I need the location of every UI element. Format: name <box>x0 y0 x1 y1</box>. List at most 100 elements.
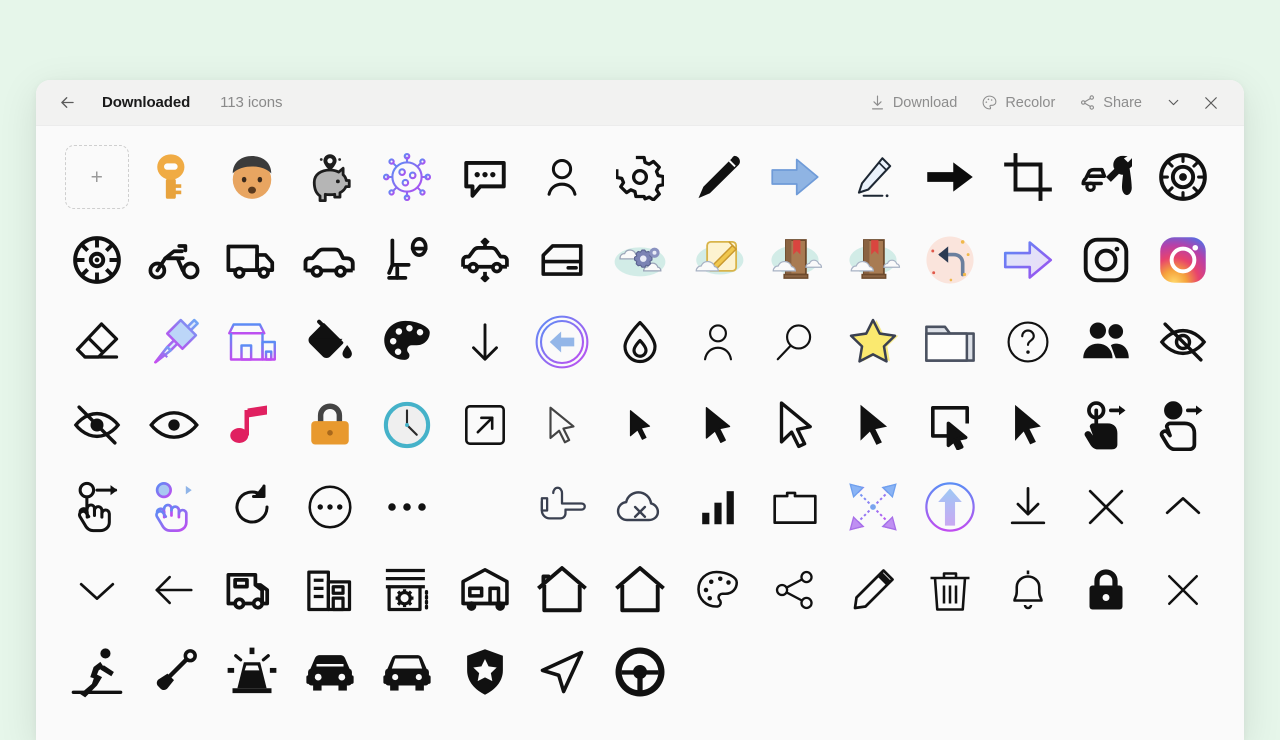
gear-outline-icon[interactable] <box>1144 136 1222 219</box>
eye-off-icon[interactable] <box>1144 301 1222 384</box>
gear-icon[interactable] <box>601 136 679 219</box>
close-button[interactable] <box>1194 86 1228 120</box>
chat-bubble-icon[interactable] <box>446 136 524 219</box>
tap-swipe-icon[interactable] <box>58 466 136 549</box>
shovel-icon[interactable] <box>136 631 214 714</box>
bar-chart-icon[interactable] <box>679 466 757 549</box>
car-seat-icon[interactable] <box>368 219 446 302</box>
car-door-icon[interactable] <box>524 219 602 302</box>
fountain-pen-gradient-icon[interactable] <box>136 301 214 384</box>
cursor-outline-icon[interactable] <box>524 384 602 467</box>
person-outline-icon[interactable] <box>679 301 757 384</box>
cursor-filled-icon[interactable] <box>679 384 757 467</box>
person-face-icon[interactable] <box>213 136 291 219</box>
download-button[interactable]: Download <box>859 88 968 117</box>
back-button[interactable] <box>50 86 84 120</box>
car-side-icon[interactable] <box>291 219 369 302</box>
clock-icon[interactable] <box>368 384 446 467</box>
add-icon-tile[interactable]: + <box>58 136 136 219</box>
close-x-icon[interactable] <box>1067 466 1145 549</box>
eraser-icon[interactable] <box>58 301 136 384</box>
palette-filled-icon[interactable] <box>368 301 446 384</box>
arrow-right-blue-icon[interactable] <box>756 136 834 219</box>
fire-drop-icon[interactable] <box>601 301 679 384</box>
lock-closed-icon[interactable] <box>291 384 369 467</box>
folder-icon[interactable] <box>912 301 990 384</box>
home-outline-icon[interactable] <box>601 549 679 632</box>
cloud-book-illustration[interactable] <box>756 219 834 302</box>
eye-off-2-icon[interactable] <box>58 384 136 467</box>
share-nodes-icon[interactable] <box>756 549 834 632</box>
recolor-button[interactable]: Recolor <box>971 88 1065 117</box>
trash-icon[interactable] <box>912 549 990 632</box>
arrow-right-outline-gradient-icon[interactable] <box>989 219 1067 302</box>
help-circle-icon[interactable] <box>989 301 1067 384</box>
car-front-icon[interactable] <box>291 631 369 714</box>
people-icon[interactable] <box>1067 301 1145 384</box>
paint-bucket-icon[interactable] <box>291 301 369 384</box>
virus-icon[interactable] <box>368 136 446 219</box>
caravan-icon[interactable] <box>446 549 524 632</box>
share-button[interactable]: Share <box>1069 88 1152 117</box>
instagram-color-icon[interactable] <box>1144 219 1222 302</box>
truck-icon[interactable] <box>213 219 291 302</box>
cloud-book-2-illustration[interactable] <box>834 219 912 302</box>
motorcycle-icon[interactable] <box>136 219 214 302</box>
more-options-button[interactable] <box>1156 86 1190 120</box>
undo-arrow-illustration[interactable] <box>912 219 990 302</box>
road-work-icon[interactable] <box>58 631 136 714</box>
instagram-outline-icon[interactable] <box>1067 219 1145 302</box>
close-thin-icon[interactable] <box>1144 549 1222 632</box>
chevron-up-icon[interactable] <box>1144 466 1222 549</box>
swipe-right-filled-icon[interactable] <box>1067 384 1145 467</box>
eye-icon[interactable] <box>136 384 214 467</box>
external-link-icon[interactable] <box>446 384 524 467</box>
cloud-error-icon[interactable] <box>601 466 679 549</box>
pencil-icon[interactable] <box>834 549 912 632</box>
lock-filled-icon[interactable] <box>1067 549 1145 632</box>
folder-outline-icon[interactable] <box>756 466 834 549</box>
more-horizontal-icon[interactable] <box>368 466 446 549</box>
download-line-icon[interactable] <box>989 466 1067 549</box>
crop-icon[interactable] <box>989 136 1067 219</box>
cursor-solid-icon[interactable] <box>834 384 912 467</box>
refresh-icon[interactable] <box>213 466 291 549</box>
music-note-icon[interactable] <box>213 384 291 467</box>
swipe-right-outline-icon[interactable] <box>1144 384 1222 467</box>
car-suspension-icon[interactable] <box>446 219 524 302</box>
police-badge-icon[interactable] <box>446 631 524 714</box>
more-circle-icon[interactable] <box>291 466 369 549</box>
car-front-outline-icon[interactable] <box>368 631 446 714</box>
navigation-icon[interactable] <box>524 631 602 714</box>
chevron-down-thin-icon[interactable] <box>58 549 136 632</box>
pointing-hand-icon[interactable] <box>524 466 602 549</box>
car-repair-wrench-icon[interactable] <box>1067 136 1145 219</box>
search-icon[interactable] <box>756 301 834 384</box>
select-area-cursor-icon[interactable] <box>912 384 990 467</box>
cursor-small-icon[interactable] <box>601 384 679 467</box>
building-icon[interactable] <box>291 549 369 632</box>
text-size-icon[interactable] <box>446 466 524 549</box>
delivery-van-icon[interactable] <box>213 549 291 632</box>
cloud-note-illustration[interactable] <box>679 219 757 302</box>
pen-icon[interactable] <box>679 136 757 219</box>
piggy-bank-icon[interactable] <box>291 136 369 219</box>
bell-icon[interactable] <box>989 549 1067 632</box>
garage-settings-icon[interactable] <box>368 549 446 632</box>
expand-arrows-gradient-icon[interactable] <box>834 466 912 549</box>
user-icon[interactable] <box>524 136 602 219</box>
star-icon[interactable] <box>834 301 912 384</box>
home-icon[interactable] <box>524 549 602 632</box>
storefront-gradient-icon[interactable] <box>213 301 291 384</box>
arrow-down-icon[interactable] <box>446 301 524 384</box>
signature-pen-icon[interactable] <box>834 136 912 219</box>
siren-icon[interactable] <box>213 631 291 714</box>
arrow-left-thin-icon[interactable] <box>136 549 214 632</box>
cloud-settings-illustration[interactable] <box>601 219 679 302</box>
cursor-large-icon[interactable] <box>756 384 834 467</box>
arrow-right-bold-icon[interactable] <box>912 136 990 219</box>
key-icon[interactable] <box>136 136 214 219</box>
pointer-arrow-icon[interactable] <box>989 384 1067 467</box>
tap-swipe-gradient-icon[interactable] <box>136 466 214 549</box>
wheel-icon[interactable] <box>58 219 136 302</box>
